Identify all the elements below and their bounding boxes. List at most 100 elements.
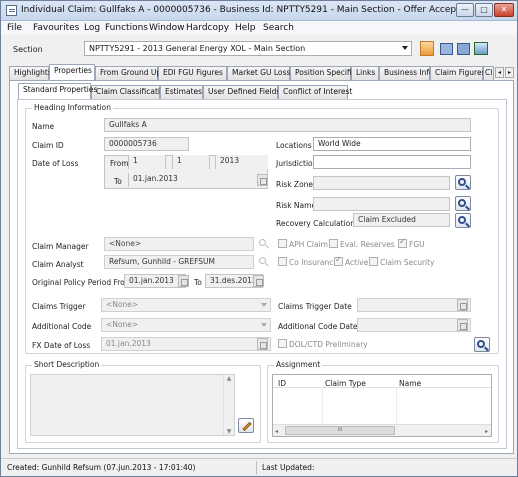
notepad-icon[interactable] [420,41,434,56]
copy-icon[interactable] [457,43,470,55]
tab-from-ground-up[interactable]: From Ground Up [95,66,161,80]
eval-reserves-checkbox[interactable] [329,239,338,248]
minimize-button[interactable]: — [456,3,474,17]
magnifier-handle [484,346,489,352]
risk-name-search-button[interactable] [455,196,471,211]
chevron-down-icon [261,323,267,327]
assignment-col-id[interactable]: ID [278,378,286,390]
aph-claim-checkbox[interactable] [278,239,287,248]
status-bar: Created: Gunhild Refsum (07.jun.2013 - 1… [1,458,517,476]
tab-cl[interactable]: Cl [483,66,494,80]
tab-scroll-right[interactable]: ▸ [505,67,514,78]
tab-position-specific[interactable]: Position Specific [290,66,356,80]
scroll-thumb[interactable]: III [285,426,395,435]
claim-manager-label: Claim Manager [32,242,89,251]
tab-standard-properties[interactable]: Standard Properties [18,83,97,99]
claim-analyst-field: Refsum, Gunhild - GREFSUM [104,255,254,269]
maximize-button[interactable]: □ [475,3,493,17]
dol-ctd-checkbox[interactable] [278,339,287,348]
heading-information-title: Heading Information [32,103,114,112]
dol-ctd-label: DOL/CTD Preliminary [289,340,368,349]
risk-name-label: Risk Name [276,201,317,210]
calendar-icon[interactable] [257,174,268,186]
magnifier-handle [465,222,470,228]
menu-bar: File Favourites Log Functions Window Har… [1,21,517,35]
assignment-col-claim-type[interactable]: Claim Type [325,378,366,390]
assignment-grid[interactable]: ID Claim Type Name ◂ III ▸ [272,374,492,437]
menu-favourites[interactable]: Favourites [33,23,79,33]
tab-edi-fgu-figures[interactable]: EDI FGU Figures [158,66,227,80]
tab-claim-classification[interactable]: Claim Classification [91,85,169,99]
fx-date-label: FX Date of Loss [32,341,91,350]
calendar-icon[interactable] [253,275,264,287]
locations-label: Locations [276,141,312,150]
fgu-checkbox[interactable] [398,237,407,248]
claim-analyst-label: Claim Analyst [32,260,84,269]
additional-code-date-label: Additional Code Date [278,322,358,331]
folders-icon[interactable] [440,43,453,55]
tab-properties[interactable]: Properties [49,64,95,80]
title-bar: Individual Claim: Gullfaks A - 000000573… [1,1,517,21]
tab-conflict-of-interest[interactable]: Conflict of Interest [278,85,352,99]
claim-manager-field: <None> [104,237,254,251]
calendar-icon[interactable] [178,275,189,287]
section-label: Section [13,45,43,54]
tab-market-gu-loss[interactable]: Market GU Loss [227,66,290,80]
additional-code-date-field [357,318,471,332]
to-date-field: 01.jan.2013 [128,173,268,187]
menu-hardcopy[interactable]: Hardcopy [186,23,229,33]
risk-name-field [313,197,450,211]
tab-claim-figures[interactable]: Claim Figures [430,66,486,80]
date-of-loss-label: Date of Loss [32,159,79,168]
additional-code-label: Additional Code [32,322,92,331]
risk-zone-field [313,176,450,190]
claim-id-field: 0000005736 [104,137,189,151]
menu-help[interactable]: Help [235,23,256,33]
tab-business-info[interactable]: Business Info [379,66,434,80]
claim-security-label: Claim Security [380,258,435,267]
claim-security-checkbox[interactable] [369,257,378,266]
short-description-scrollbar[interactable]: ▲ ▼ [223,375,234,435]
menu-functions[interactable]: Functions [105,23,148,33]
menu-file[interactable]: File [7,23,22,33]
dol-ctd-search-button[interactable] [474,337,490,352]
edit-pencil-button[interactable] [238,418,254,433]
recovery-calculation-label: Recovery Calculation [276,219,355,228]
main-tab-row: Highlights Properties From Ground Up EDI… [9,64,514,80]
assignment-col-name[interactable]: Name [399,378,421,390]
window-title: Individual Claim: Gullfaks A - 000000573… [21,5,471,15]
pencil-icon [242,421,252,432]
menu-search[interactable]: Search [263,23,294,33]
recovery-calculation-button[interactable] [455,213,471,228]
risk-zone-search-button[interactable] [455,175,471,190]
name-label: Name [32,122,55,131]
jurisdiction-field[interactable] [313,155,471,169]
claims-trigger-value: <None> [106,300,139,309]
assignment-title: Assignment [274,360,323,369]
claims-trigger-label: Claims Trigger [32,302,86,311]
app-icon [6,5,17,16]
calendar-icon [457,319,468,331]
tab-estimates[interactable]: Estimates [160,85,203,99]
calendar-icon [457,299,468,311]
calendar-icon [257,338,268,350]
active-checkbox[interactable] [334,255,343,266]
menu-log[interactable]: Log [84,23,100,33]
assignment-hscrollbar[interactable]: ◂ III ▸ [273,424,491,436]
tab-links[interactable]: Links [351,66,379,80]
menu-window[interactable]: Window [149,23,185,33]
tab-user-defined-fields[interactable]: User Defined Fields [203,85,280,99]
co-insurance-checkbox[interactable] [278,257,287,266]
tab-highlights[interactable]: Highlights [9,66,52,80]
assignment-header [273,375,491,388]
policy-period-label: Original Policy Period From [32,278,133,287]
to-label: To [114,177,122,186]
section-select[interactable]: NPTTY5291 - 2013 General Energy XOL - Ma… [84,41,412,56]
network-icon[interactable] [474,42,488,55]
short-description-textarea[interactable] [30,374,235,436]
close-button[interactable]: ✕ [494,3,514,17]
risk-zone-label: Risk Zone [276,180,314,189]
locations-field[interactable]: World Wide [313,137,471,151]
tab-scroll-left[interactable]: ◂ [495,67,504,78]
last-updated-status: Last Updated: [262,463,315,472]
